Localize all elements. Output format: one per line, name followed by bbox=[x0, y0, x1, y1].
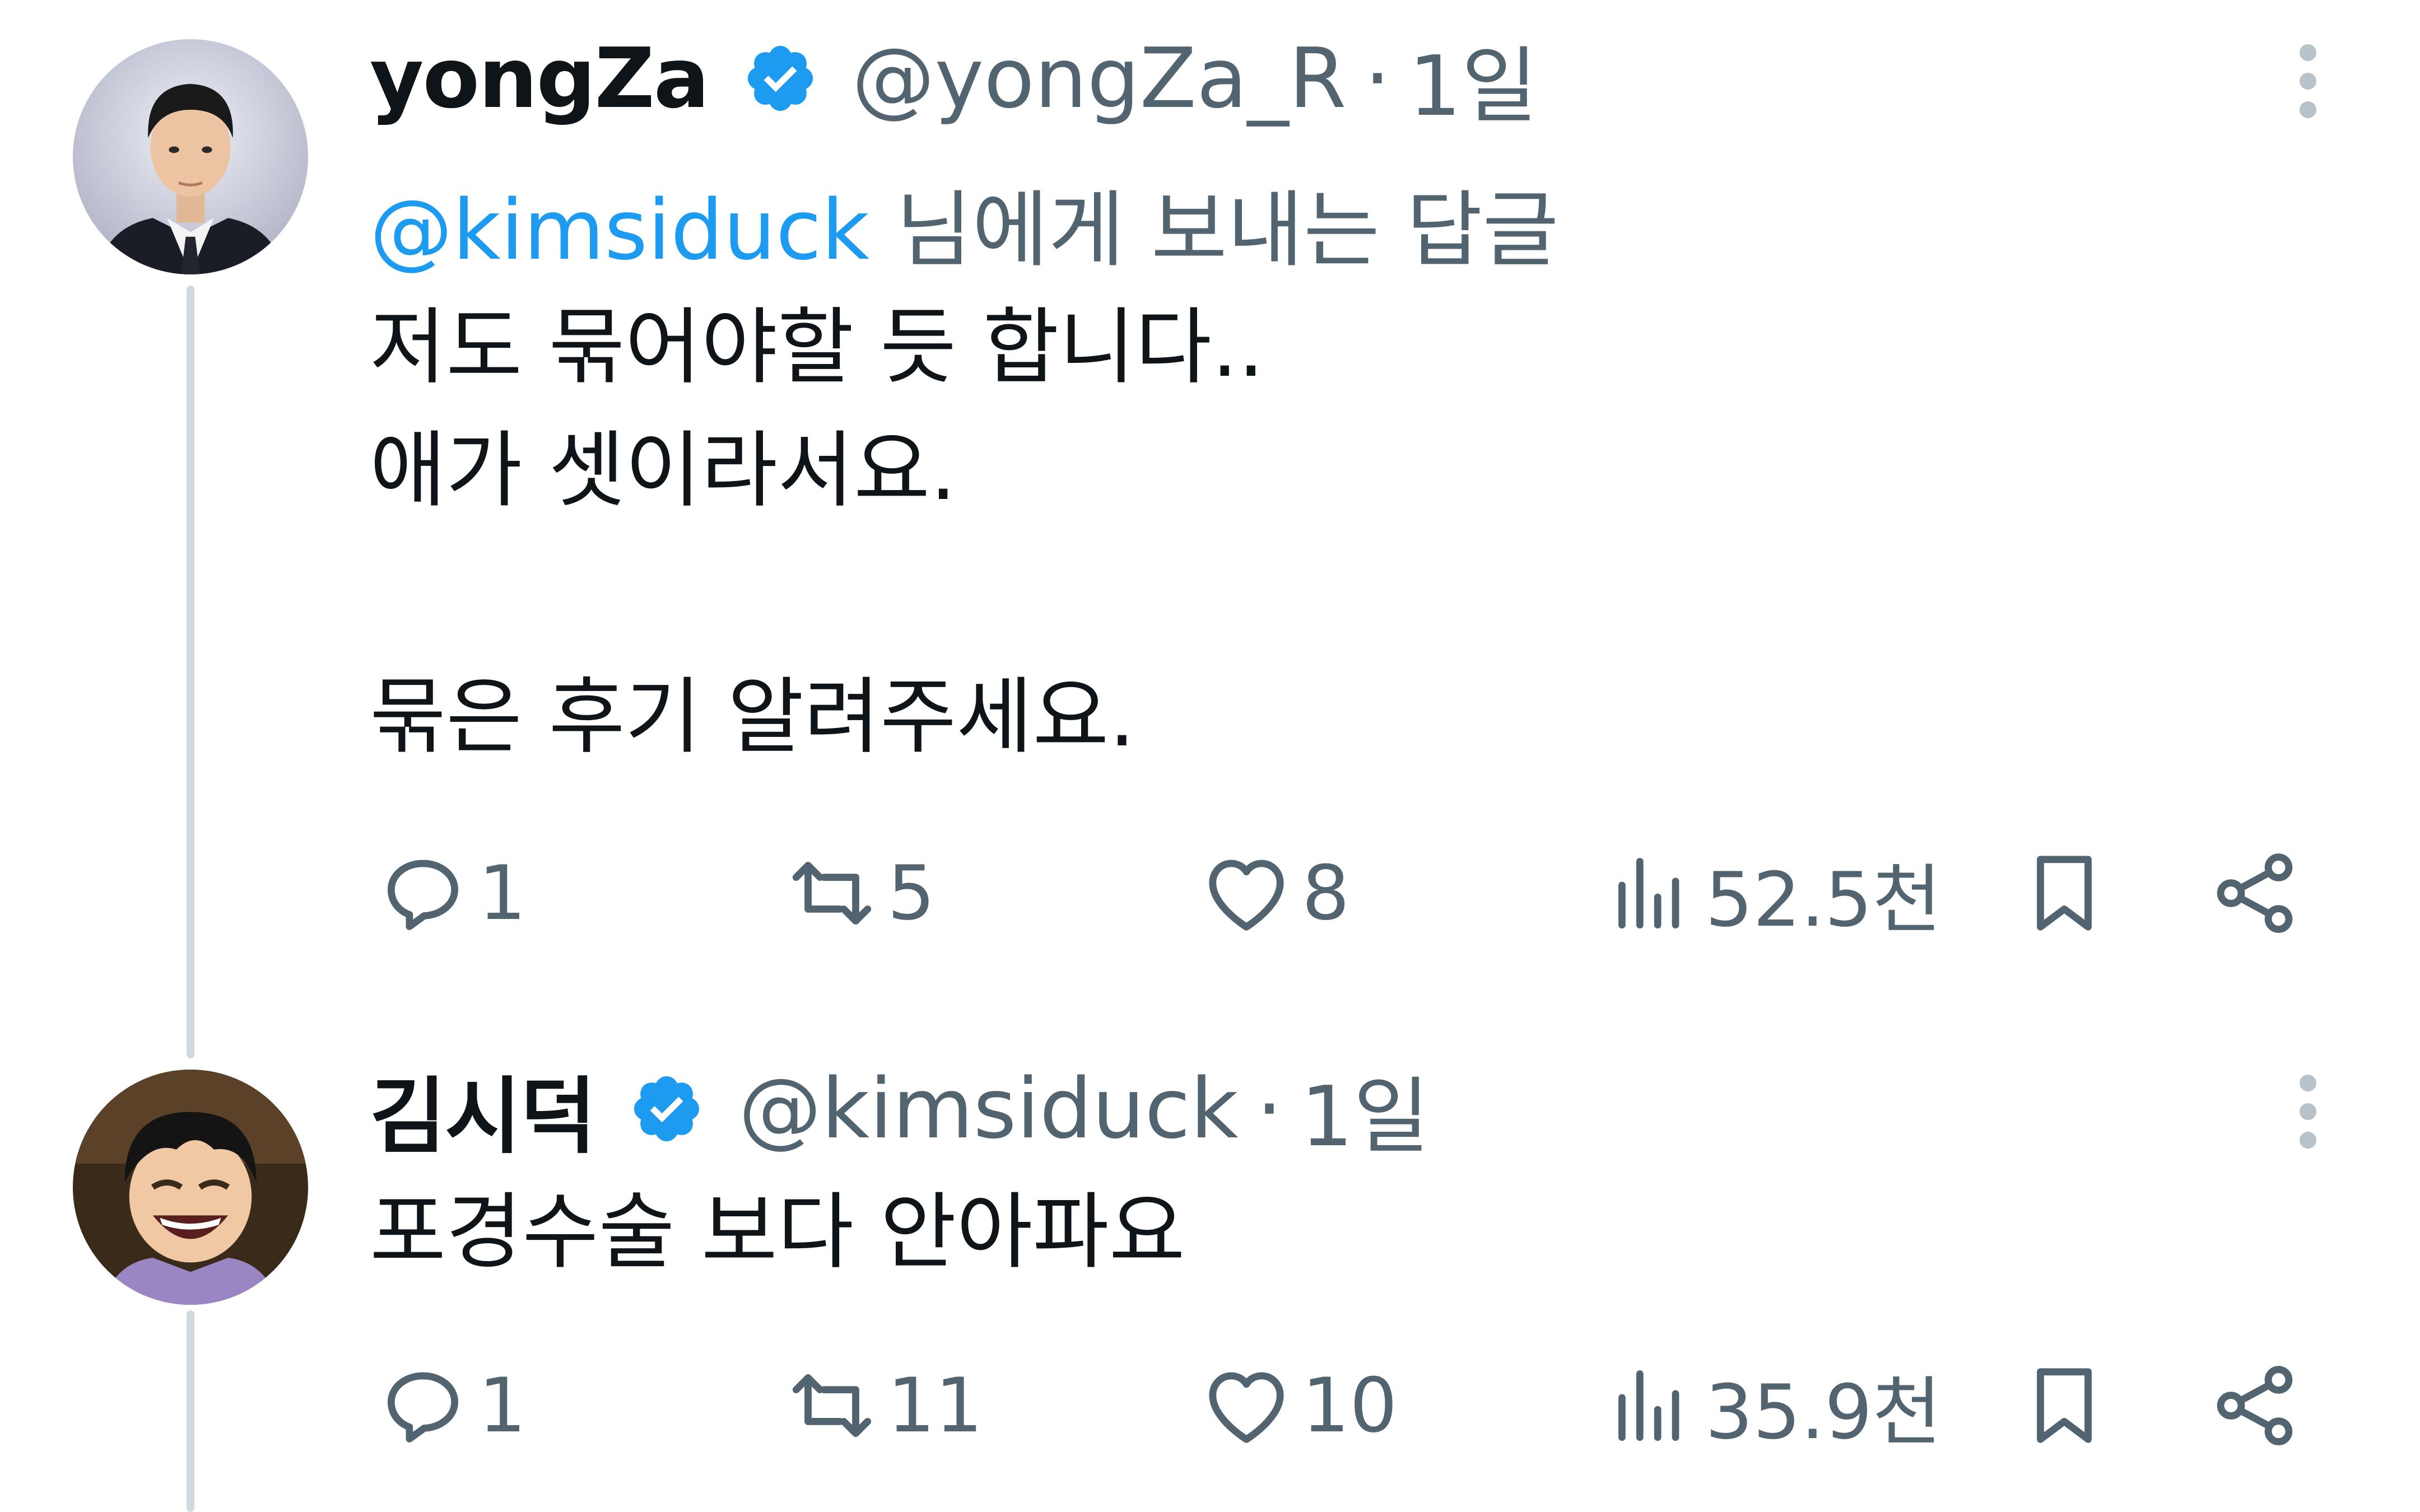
reply-icon bbox=[387, 860, 459, 930]
retweet-count: 11 bbox=[887, 1362, 983, 1449]
like-count: 8 bbox=[1302, 850, 1350, 937]
retweet-icon bbox=[792, 1374, 872, 1437]
reply-count: 1 bbox=[478, 1362, 527, 1449]
view-count: 52.5천 bbox=[1705, 856, 1942, 944]
avatar-yongza[interactable] bbox=[73, 39, 308, 274]
reply-to-suffix: 님에게 보내는 답글 bbox=[869, 182, 1559, 278]
views-bar-chart-icon bbox=[1618, 857, 1679, 929]
share-icon bbox=[2217, 1366, 2293, 1445]
like-button[interactable]: 8 bbox=[1199, 837, 1349, 949]
more-vertical-icon[interactable] bbox=[2291, 39, 2325, 123]
tweet-text-line: 애가 셋이라서요. bbox=[370, 422, 957, 519]
user-handle[interactable]: @yongZa_R bbox=[852, 30, 1347, 127]
like-button[interactable]: 10 bbox=[1199, 1350, 1398, 1462]
display-name[interactable]: 김시덕 bbox=[370, 1049, 596, 1169]
like-count: 10 bbox=[1302, 1362, 1398, 1449]
tweet-1-header: yongZa @yongZa_R · 1일 bbox=[370, 28, 1538, 134]
heart-icon bbox=[1209, 860, 1284, 931]
display-name[interactable]: yongZa bbox=[370, 30, 710, 127]
timestamp[interactable]: 1일 bbox=[1301, 1049, 1430, 1169]
verified-badge-icon bbox=[747, 45, 813, 111]
share-icon bbox=[2217, 853, 2293, 933]
more-vertical-icon[interactable] bbox=[2291, 1070, 2325, 1154]
timestamp[interactable]: 1일 bbox=[1409, 18, 1538, 139]
tweet-2-actions: 1 11 10 35.9천 bbox=[370, 1350, 2330, 1462]
retweet-icon bbox=[792, 862, 872, 925]
bookmark-icon bbox=[2037, 856, 2092, 931]
share-button[interactable] bbox=[2207, 837, 2302, 949]
retweet-button[interactable]: 5 bbox=[784, 837, 935, 949]
avatar-yongza-image bbox=[73, 39, 308, 274]
tweet-2-header: 김시덕 @kimsiduck · 1일 bbox=[370, 1058, 1430, 1165]
user-handle[interactable]: @kimsiduck bbox=[738, 1061, 1238, 1157]
verified-badge-icon bbox=[634, 1076, 700, 1142]
tweet-text-blank-line bbox=[370, 532, 1264, 655]
separator-dot: · bbox=[1364, 30, 1391, 127]
reply-mention-link[interactable]: @kimsiduck bbox=[370, 182, 869, 278]
avatar-kimsiduck[interactable] bbox=[73, 1070, 308, 1305]
share-button[interactable] bbox=[2207, 1350, 2302, 1462]
tweet-text-line: 묶은 후기 알려주세요. bbox=[370, 669, 1135, 765]
tweet-text-line: 포경수술 보다 안아파요 bbox=[370, 1184, 1185, 1280]
thread-line-top bbox=[187, 286, 194, 1058]
heart-icon bbox=[1209, 1372, 1284, 1443]
reply-button[interactable]: 1 bbox=[375, 837, 526, 949]
views-button[interactable]: 52.5천 bbox=[1602, 837, 1942, 949]
views-bar-chart-icon bbox=[1618, 1370, 1679, 1441]
replying-to-line: @kimsiduck 님에게 보내는 답글 bbox=[370, 162, 1558, 283]
separator-dot: · bbox=[1256, 1061, 1283, 1157]
bookmark-icon bbox=[2037, 1368, 2092, 1443]
retweet-button[interactable]: 11 bbox=[784, 1350, 983, 1462]
tweet-2-text: 포경수술 보다 안아파요 bbox=[370, 1170, 1185, 1294]
tweet-1-actions: 1 5 8 52.5천 bbox=[370, 837, 2330, 949]
tweet-text-line: 저도 묶어야할 듯 합니다.. bbox=[370, 299, 1264, 395]
avatar-kimsiduck-image bbox=[73, 1070, 308, 1305]
retweet-count: 5 bbox=[887, 850, 936, 937]
views-button[interactable]: 35.9천 bbox=[1602, 1350, 1942, 1462]
thread-line-bottom bbox=[187, 1310, 194, 1512]
view-count: 35.9천 bbox=[1705, 1369, 1942, 1456]
reply-button[interactable]: 1 bbox=[375, 1350, 526, 1462]
bookmark-button[interactable] bbox=[2017, 837, 2112, 949]
reply-icon bbox=[387, 1372, 459, 1443]
reply-count: 1 bbox=[478, 850, 527, 937]
bookmark-button[interactable] bbox=[2017, 1350, 2112, 1462]
tweet-1-text: 저도 묶어야할 듯 합니다.. 애가 셋이라서요. 묶은 후기 알려주세요. bbox=[370, 286, 1264, 778]
